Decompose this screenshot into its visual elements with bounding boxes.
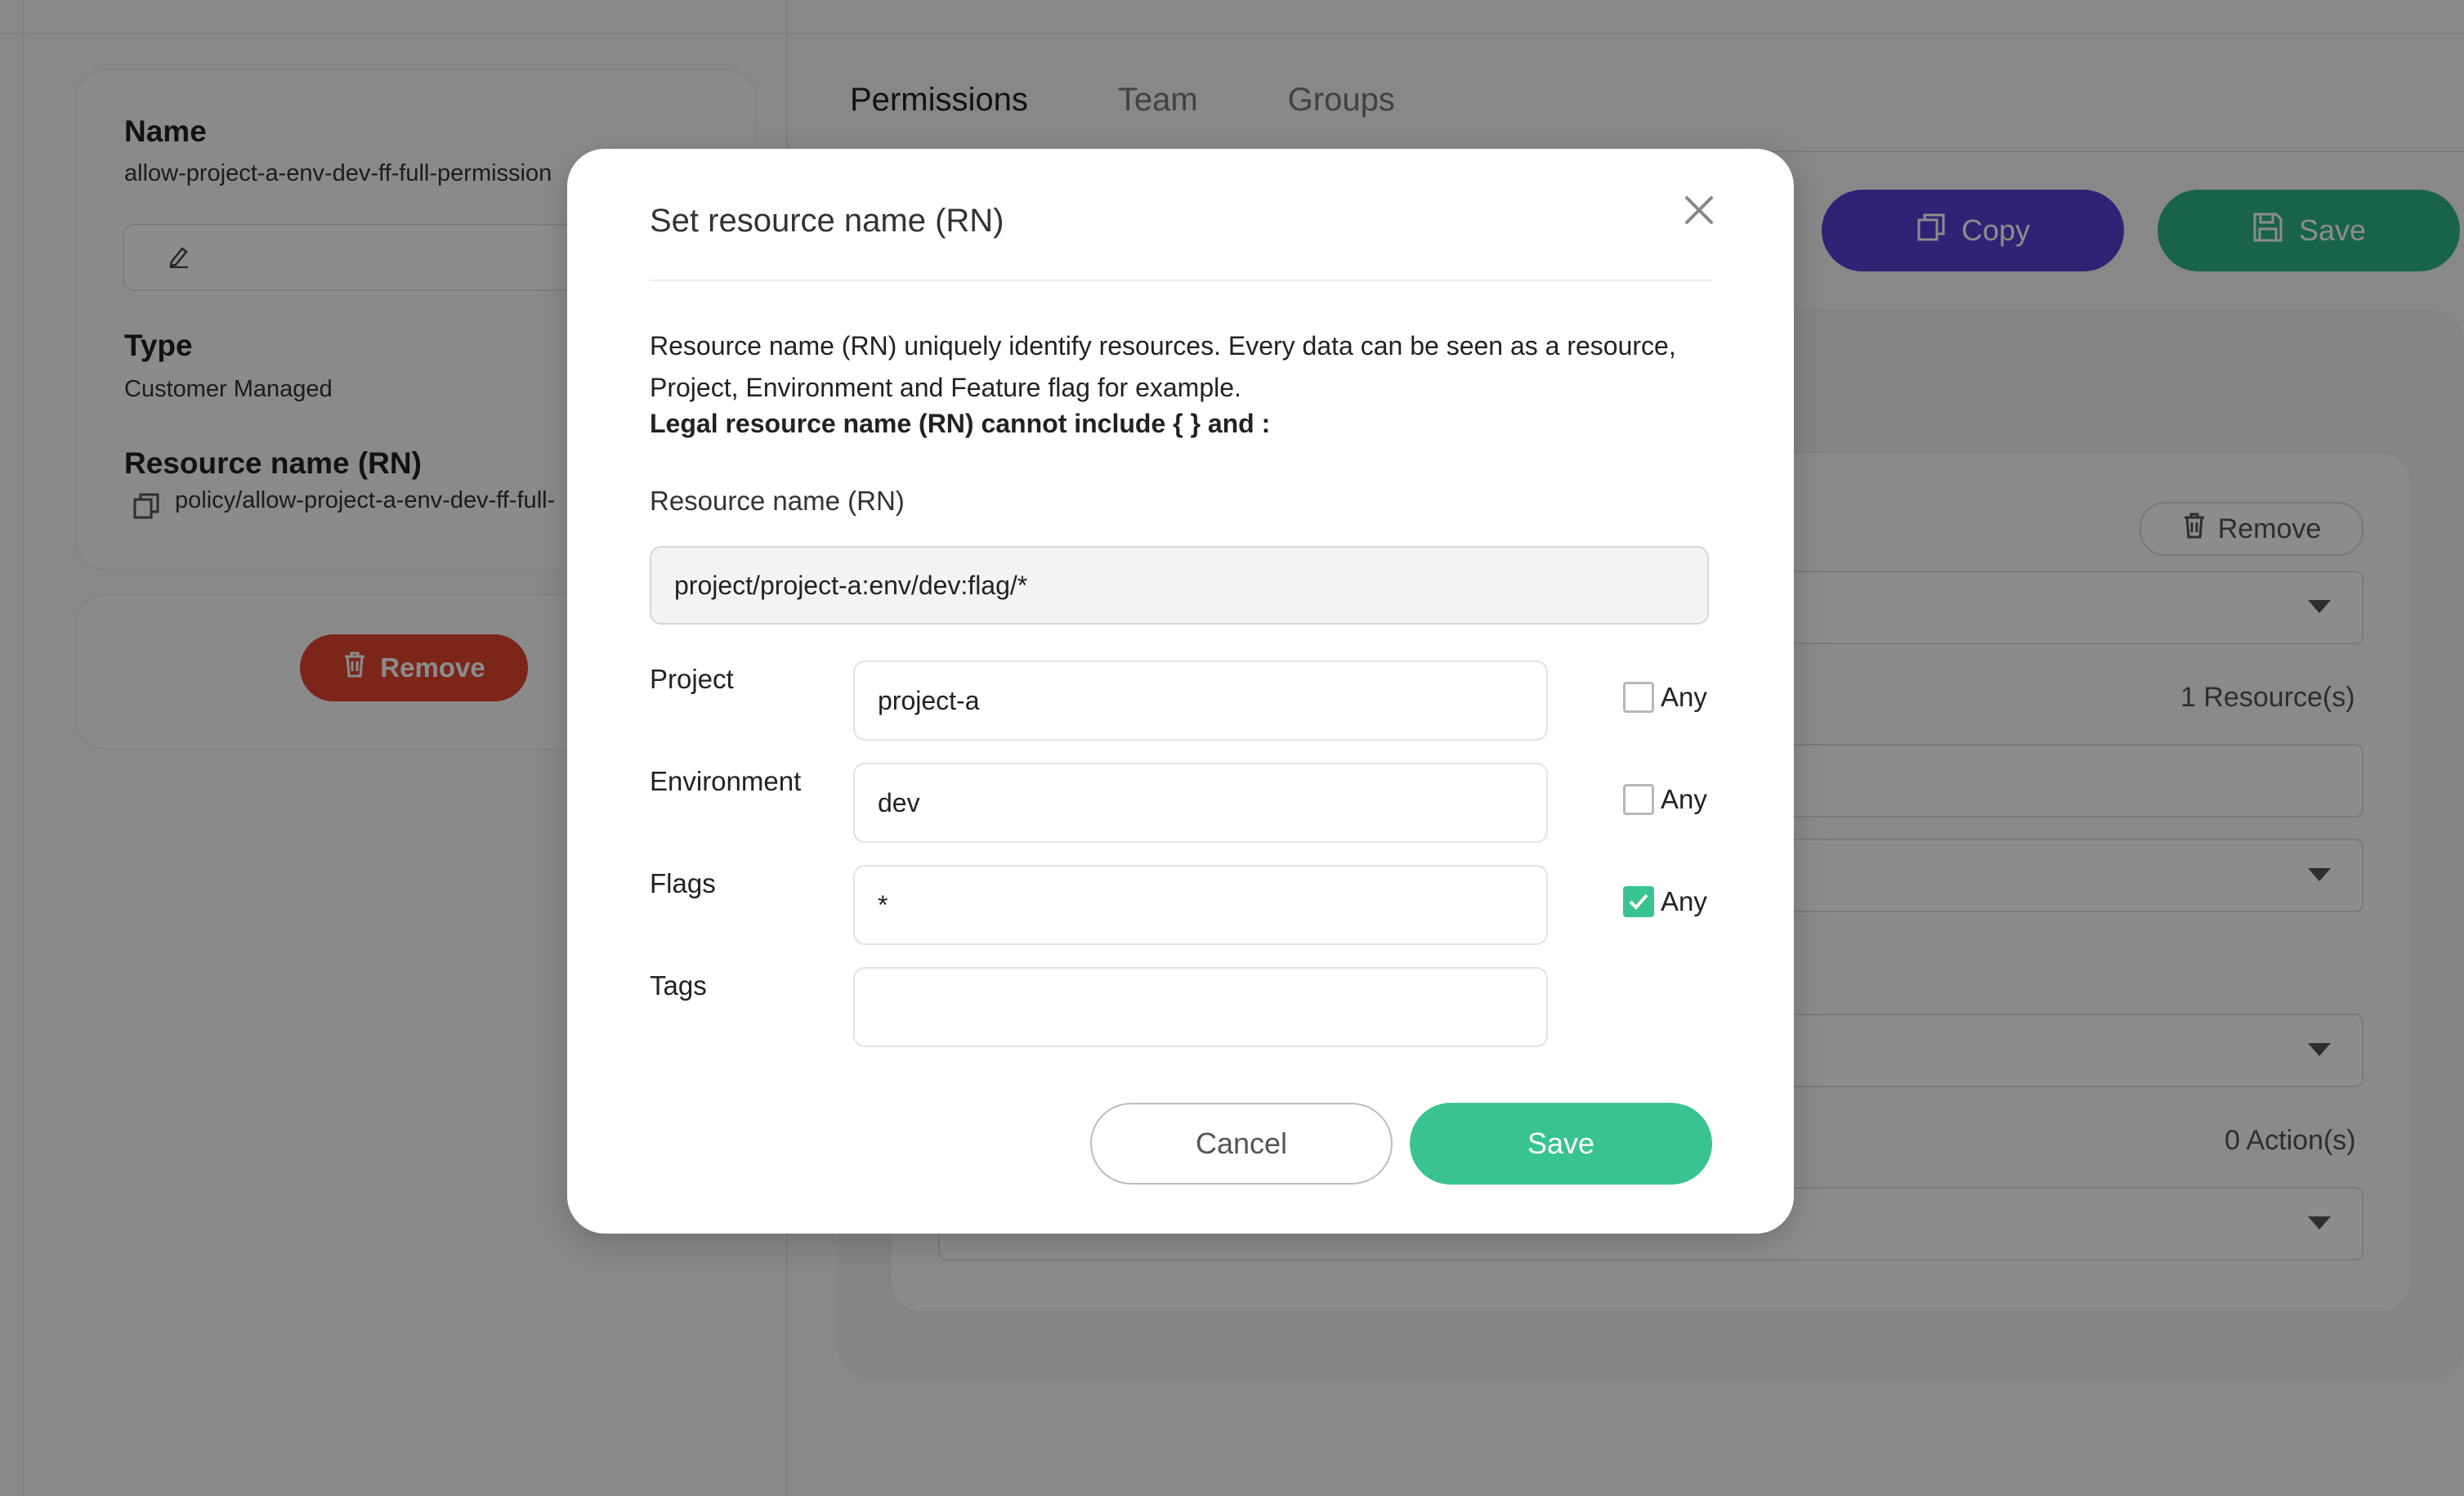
dialog-warning: Legal resource name (RN) cannot include …: [650, 409, 1271, 438]
project-any-toggle[interactable]: Any: [1623, 682, 1707, 713]
save-button[interactable]: Save: [1410, 1103, 1712, 1185]
flags-any-label: Any: [1661, 886, 1707, 916]
tags-label: Tags: [650, 970, 707, 1001]
project-label: Project: [650, 664, 734, 694]
dialog-description: Resource name (RN) uniquely identify res…: [650, 331, 1676, 402]
dialog-title: Set resource name (RN): [650, 203, 1004, 239]
dialog-divider: [650, 280, 1712, 281]
tags-input[interactable]: [853, 967, 1548, 1047]
flags-any-toggle[interactable]: Any: [1623, 886, 1707, 917]
cancel-button[interactable]: Cancel: [1090, 1103, 1393, 1185]
environment-any-checkbox[interactable]: [1623, 784, 1654, 815]
flags-input[interactable]: [853, 865, 1548, 945]
flags-any-checkbox[interactable]: [1623, 886, 1654, 917]
set-rn-dialog: Set resource name (RN) Resource name (RN…: [567, 149, 1794, 1234]
rn-preview-input[interactable]: [650, 546, 1709, 625]
environment-input[interactable]: [853, 763, 1548, 843]
checkmark-icon: [1629, 894, 1648, 910]
project-any-checkbox[interactable]: [1623, 682, 1654, 713]
rn-field-label: Resource name (RN): [650, 486, 905, 516]
flags-label: Flags: [650, 868, 716, 898]
close-icon[interactable]: [1679, 190, 1719, 231]
environment-label: Environment: [650, 766, 802, 796]
project-any-label: Any: [1661, 682, 1707, 712]
project-input[interactable]: [853, 661, 1548, 741]
environment-any-toggle[interactable]: Any: [1623, 784, 1707, 815]
environment-any-label: Any: [1661, 784, 1707, 814]
